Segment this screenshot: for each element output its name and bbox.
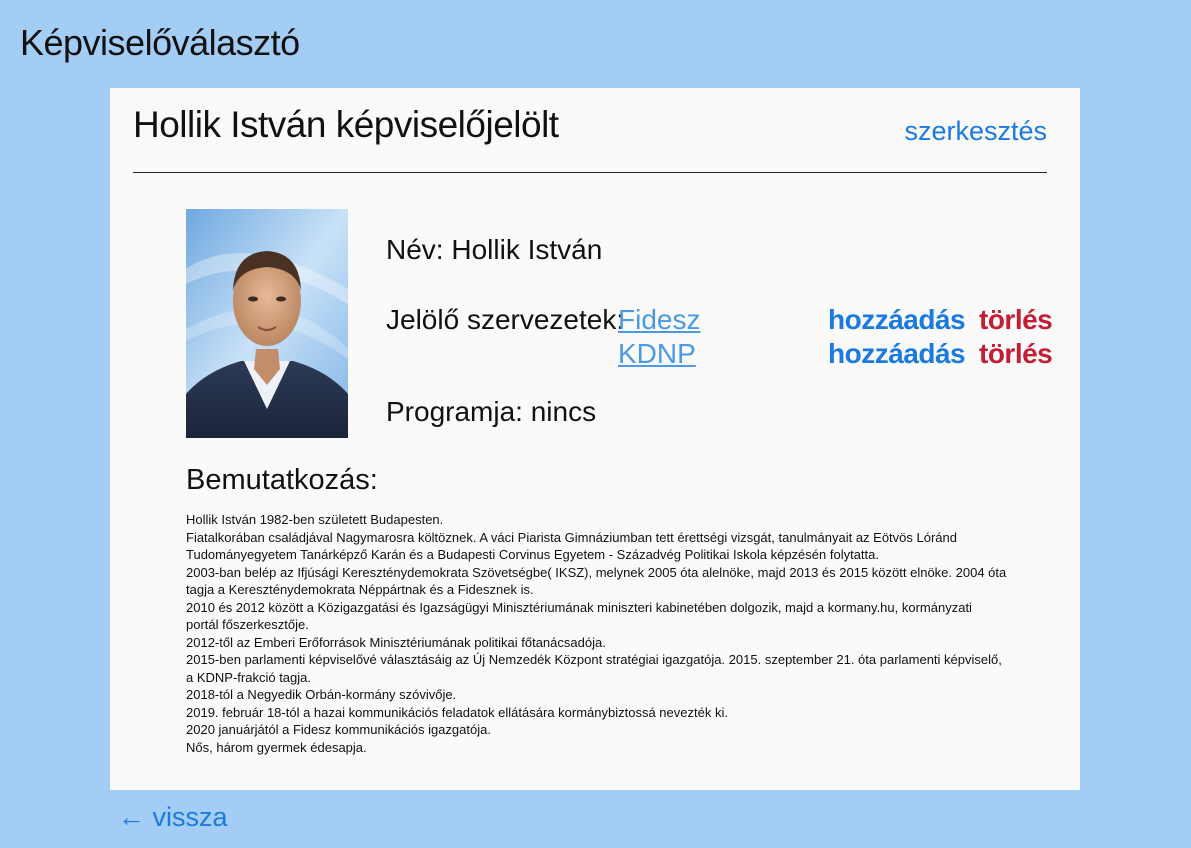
- intro-line: 2012-től az Emberi Erőforrások Minisztér…: [186, 634, 606, 650]
- intro-text: Hollik István 1982-ben született Budapes…: [186, 511, 1034, 756]
- name-row: Név: Hollik István: [386, 234, 602, 266]
- intro-line: Nős, három gyermek édesapja.: [186, 739, 367, 755]
- intro-line: 2003-ban belép az Ifjúsági Kereszténydem…: [186, 564, 1007, 580]
- intro-line: Hollik István 1982-ben született Budapes…: [186, 512, 444, 527]
- intro-line: tagja a Kereszténydemokrata Néppártnak é…: [186, 582, 534, 597]
- intro-line: 2018-tól a Negyedik Orbán-kormány szóviv…: [186, 687, 457, 702]
- org-link-fidesz[interactable]: Fidesz: [618, 304, 700, 336]
- edit-link[interactable]: szerkesztés: [904, 116, 1047, 147]
- delete-button-kdnp[interactable]: törlés: [979, 338, 1053, 370]
- add-button-kdnp[interactable]: hozzáadás: [828, 338, 966, 370]
- portrait-icon: [186, 209, 348, 438]
- program-value: nincs: [530, 396, 597, 427]
- intro-heading: Bemutatkozás:: [186, 464, 378, 496]
- intro-line: a KDNP-frakció tagja.: [186, 669, 311, 685]
- program-row: Programja: nincs: [386, 396, 596, 428]
- intro-line: portál főszerkesztője.: [186, 617, 309, 632]
- name-value: Hollik István: [451, 234, 603, 265]
- intro-line: 2020 januárjától a Fidesz kommunikációs …: [186, 722, 491, 737]
- org-link-kdnp[interactable]: KDNP: [618, 338, 696, 370]
- add-button-fidesz[interactable]: hozzáadás: [828, 304, 966, 336]
- back-link[interactable]: ← vissza: [118, 802, 228, 833]
- app-title: Képviselőválasztó: [20, 22, 300, 63]
- intro-line: 2010 és 2012 között a Közigazgatási és I…: [186, 599, 972, 615]
- orgs-label: Jelölő szervezetek:: [386, 304, 625, 335]
- candidate-photo: [186, 209, 348, 438]
- card-header: Hollik István képviselőjelölt szerkeszté…: [133, 104, 1047, 173]
- program-label: Programja:: [386, 396, 523, 427]
- intro-line: 2015-ben parlamenti képviselővé választá…: [186, 652, 1002, 667]
- delete-button-fidesz[interactable]: törlés: [979, 304, 1053, 336]
- candidate-card: Hollik István képviselőjelölt szerkeszté…: [110, 88, 1080, 790]
- intro-line: Fiatalkorában családjával Nagymarosra kö…: [186, 529, 957, 545]
- name-label: Név:: [386, 234, 444, 265]
- intro-line: Tudományegyetem Tanárképző Karán és a Bu…: [186, 547, 879, 562]
- page-title: Hollik István képviselőjelölt: [133, 104, 559, 145]
- intro-line: 2019. február 18-tól a hazai kommunikáci…: [186, 704, 728, 720]
